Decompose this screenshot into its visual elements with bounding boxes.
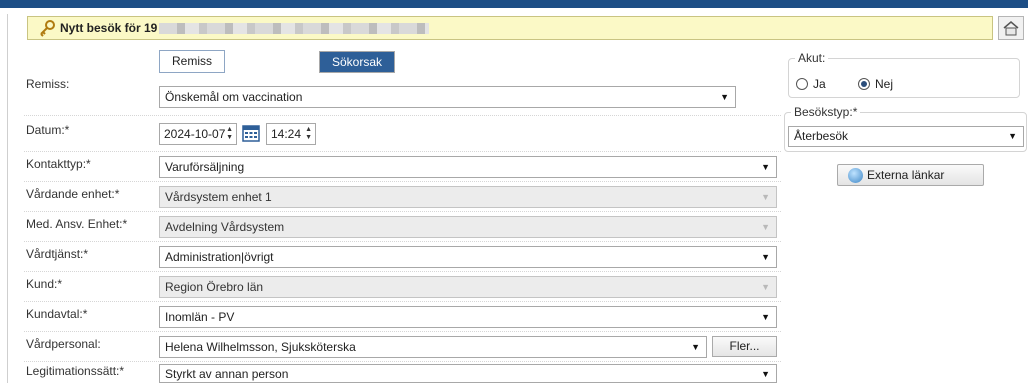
time-value: 14:24: [271, 127, 302, 141]
legitimationssatt-select[interactable]: Styrkt av annan person ▼: [159, 364, 777, 383]
legitimationssatt-label: Legitimationssätt:*: [26, 364, 125, 378]
tab-sokorsak[interactable]: Sökorsak: [319, 51, 396, 73]
vardande-enhet-label: Vårdande enhet:*: [26, 187, 120, 201]
vardtjanst-label: Vårdtjänst:*: [26, 247, 89, 261]
fler-button[interactable]: Fler...: [712, 336, 777, 357]
kundavtal-select[interactable]: Inomlän - PV ▼: [159, 306, 777, 328]
divider: [24, 301, 781, 302]
akut-ja-label: Ja: [813, 77, 826, 91]
externa-lankar-button[interactable]: Externa länkar: [837, 164, 984, 186]
time-spinner-icon[interactable]: ▲ ▼: [305, 126, 312, 142]
divider: [24, 271, 781, 272]
divider: [24, 211, 781, 212]
dropdown-arrow-icon: ▼: [761, 252, 770, 262]
calendar-icon[interactable]: [241, 123, 261, 143]
home-icon: [1003, 21, 1019, 36]
title-bar: Nytt besök för 19: [27, 16, 993, 40]
radio-unchecked-icon: [796, 78, 808, 90]
remiss-toggle: Remiss Sökorsak: [159, 50, 396, 73]
divider: [24, 361, 781, 362]
besokstyp-value: Återbesök: [794, 129, 849, 143]
globe-icon: [848, 167, 863, 183]
kundavtal-label: Kundavtal:*: [26, 307, 88, 321]
divider: [24, 115, 781, 116]
kontakttyp-label: Kontakttyp:*: [26, 157, 91, 171]
remiss-value: Önskemål om vaccination: [165, 90, 303, 104]
divider: [24, 151, 781, 152]
vardpersonal-select[interactable]: Helena Wilhelmsson, Sjuksköterska ▼: [159, 336, 707, 358]
kontakttyp-value: Varuförsäljning: [165, 160, 245, 174]
besokstyp-legend: Besökstyp:*: [791, 105, 861, 119]
dropdown-arrow-icon: ▼: [720, 92, 729, 102]
vardpersonal-label: Vårdpersonal:: [26, 337, 101, 351]
dropdown-arrow-icon: ▼: [761, 282, 770, 292]
kontakttyp-select[interactable]: Varuförsäljning ▼: [159, 156, 777, 178]
kundavtal-value: Inomlän - PV: [165, 310, 235, 324]
med-ansv-enhet-label: Med. Ansv. Enhet:*: [26, 217, 128, 231]
dropdown-arrow-icon: ▼: [761, 312, 770, 322]
radio-checked-icon: [858, 78, 870, 90]
key-icon: [40, 20, 55, 37]
time-input[interactable]: 14:24 ▲ ▼: [266, 123, 316, 145]
date-spinner-icon[interactable]: ▲ ▼: [226, 126, 233, 142]
remiss-select[interactable]: Önskemål om vaccination ▼: [159, 86, 736, 108]
vardtjanst-select[interactable]: Administration|övrigt ▼: [159, 246, 777, 268]
dropdown-arrow-icon: ▼: [761, 222, 770, 232]
page-title: Nytt besök för 19: [60, 21, 158, 35]
akut-nej-label: Nej: [875, 77, 894, 91]
externa-lankar-label: Externa länkar: [867, 168, 945, 182]
dropdown-arrow-icon: ▼: [761, 369, 770, 379]
besokstyp-select[interactable]: Återbesök ▼: [788, 126, 1024, 147]
top-bar: [0, 0, 1028, 8]
vardande-enhet-value: Vårdsystem enhet 1: [165, 190, 272, 204]
left-divider: [7, 14, 8, 383]
date-value: 2024-10-07: [164, 127, 226, 141]
dropdown-arrow-icon: ▼: [761, 162, 770, 172]
tab-remiss[interactable]: Remiss: [160, 51, 225, 72]
vardande-enhet-select: Vårdsystem enhet 1 ▼: [159, 186, 777, 208]
legitimationssatt-value: Styrkt av annan person: [165, 367, 289, 381]
akut-legend: Akut:: [795, 51, 829, 65]
divider: [24, 331, 781, 332]
vardtjanst-value: Administration|övrigt: [165, 250, 274, 264]
remiss-label: Remiss:: [26, 77, 70, 91]
akut-nej-radio[interactable]: Nej: [858, 77, 893, 91]
datum-label: Datum:*: [26, 123, 70, 137]
med-ansv-enhet-select: Avdelning Vårdsystem ▼: [159, 216, 777, 238]
dropdown-arrow-icon: ▼: [1008, 131, 1017, 141]
dropdown-arrow-icon: ▼: [691, 342, 700, 352]
divider: [24, 181, 781, 182]
masked-personal-number: [159, 22, 430, 34]
home-button[interactable]: [998, 16, 1024, 40]
date-input[interactable]: 2024-10-07 ▲ ▼: [159, 123, 237, 145]
kund-value: Region Örebro län: [165, 280, 264, 294]
kund-label: Kund:*: [26, 277, 63, 291]
med-ansv-enhet-value: Avdelning Vårdsystem: [165, 220, 285, 234]
vardpersonal-value: Helena Wilhelmsson, Sjuksköterska: [165, 340, 356, 354]
divider: [24, 241, 781, 242]
akut-ja-radio[interactable]: Ja: [796, 77, 826, 91]
dropdown-arrow-icon: ▼: [761, 192, 770, 202]
kund-select: Region Örebro län ▼: [159, 276, 777, 298]
